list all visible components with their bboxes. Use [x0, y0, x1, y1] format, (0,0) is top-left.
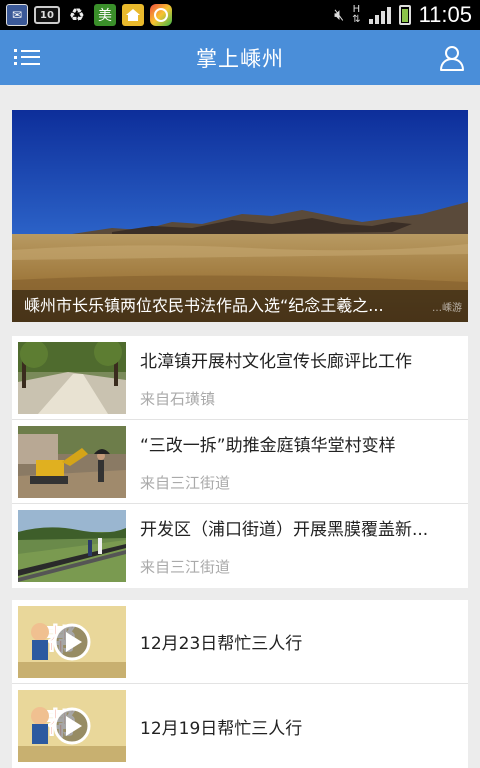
video-title: 12月23日帮忙三人行	[140, 634, 303, 654]
mute-icon: 🔇︎	[334, 5, 345, 24]
list-item[interactable]: 北漳镇开展村文化宣传长廊评比工作 来自石璜镇	[12, 336, 468, 420]
news-list: 北漳镇开展村文化宣传长廊评比工作 来自石璜镇 “三改一拆”助推金庭镇华堂村变样 …	[12, 336, 468, 588]
meituan-app-icon: 美	[94, 4, 116, 26]
system-status: 🔇︎ H ⇅ 11:05	[334, 2, 480, 28]
news-title: “三改一拆”助推金庭镇华堂村变样	[140, 435, 396, 456]
video-thumbnail: 帮	[18, 690, 126, 762]
list-item[interactable]: 开发区（浦口街道）开展黑膜覆盖新... 来自三江街道	[12, 504, 468, 588]
clock: 11:05	[418, 2, 472, 27]
hero-caption: 嵊州市长乐镇两位农民书法作品入选“纪念王羲之...	[12, 290, 468, 322]
recycle-icon: ♻	[68, 4, 86, 26]
list-item[interactable]: 帮 12月19日帮忙三人行	[12, 684, 468, 768]
list-item[interactable]: 帮 12月23日帮忙三人行	[12, 600, 468, 684]
list-menu-icon[interactable]	[14, 44, 44, 70]
page-title: 掌上嵊州	[196, 46, 284, 71]
battery-icon	[398, 5, 411, 25]
news-title: 北漳镇开展村文化宣传长廊评比工作	[140, 351, 412, 372]
news-source: 来自三江街道	[140, 473, 231, 492]
hero-watermark: …嵊游	[432, 303, 462, 314]
ball-app-icon	[150, 4, 172, 26]
home-app-icon	[122, 4, 144, 26]
sim-icon: 10	[34, 6, 60, 24]
video-list: 帮 12月23日帮忙三人行 帮 12月19日帮忙三人行	[12, 600, 468, 768]
video-title: 12月19日帮忙三人行	[140, 718, 303, 739]
news-source: 来自三江街道	[140, 558, 231, 576]
status-bar: ✉ 10 ♻ 美 🔇︎ H ⇅ 11:05	[0, 0, 480, 30]
field-photo	[18, 510, 126, 582]
notification-icons: ✉ 10 ♻ 美	[0, 4, 172, 26]
app-header: 掌上嵊州	[0, 30, 480, 85]
user-icon[interactable]	[438, 44, 466, 72]
video-thumbnail: 帮	[18, 605, 126, 678]
network-type-icon: H ⇅	[352, 4, 361, 25]
mail-icon: ✉	[6, 4, 28, 26]
news-source: 来自石璜镇	[140, 389, 216, 408]
excavator-photo	[18, 425, 126, 498]
list-item[interactable]: “三改一拆”助推金庭镇华堂村变样 来自三江街道	[12, 420, 468, 504]
hero-banner[interactable]: 嵊州市长乐镇两位农民书法作品入选“纪念王羲之... …嵊游	[12, 110, 468, 322]
news-title: 开发区（浦口街道）开展黑膜覆盖新...	[140, 520, 429, 540]
signal-icon	[368, 6, 391, 24]
courtyard-photo	[18, 341, 126, 414]
